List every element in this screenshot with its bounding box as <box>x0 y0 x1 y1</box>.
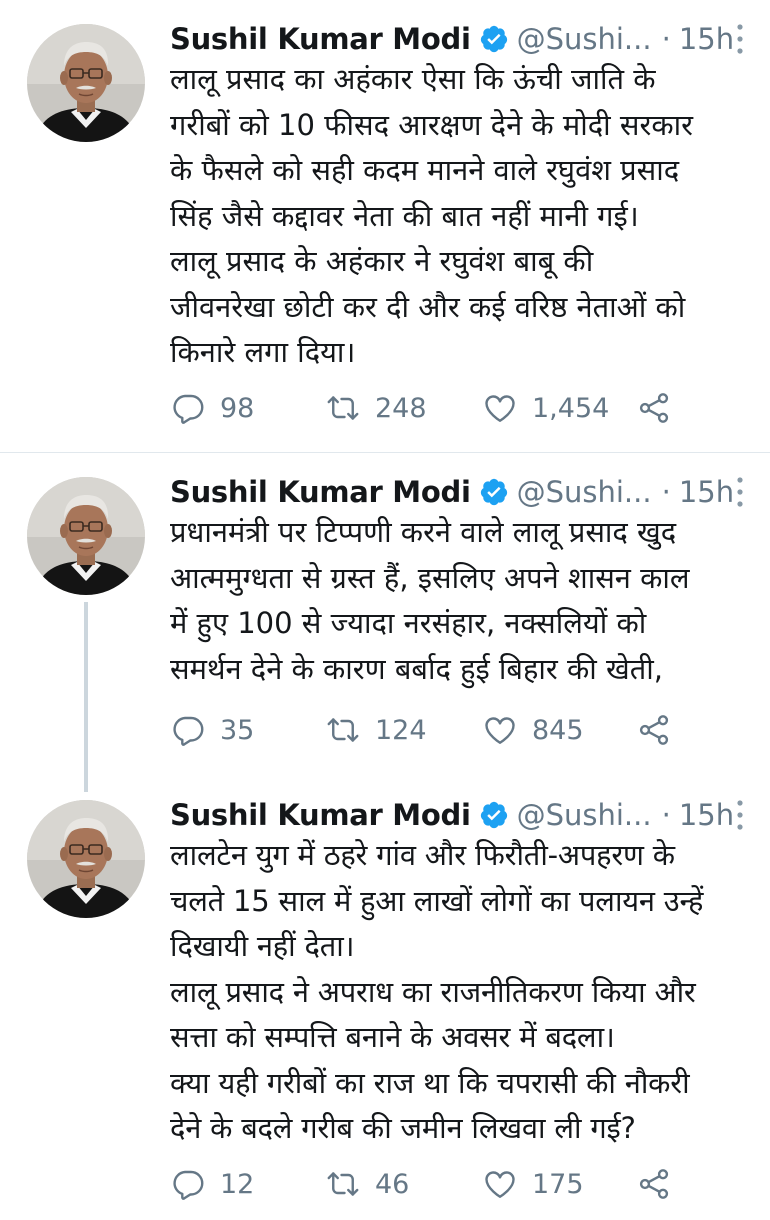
author-name[interactable]: Sushil Kumar Modi <box>170 22 471 56</box>
like-button[interactable]: 1,454 <box>482 388 609 428</box>
avatar[interactable] <box>27 24 145 142</box>
retweet-button[interactable]: 248 <box>325 388 427 428</box>
avatar[interactable] <box>27 800 145 918</box>
author-handle[interactable]: @Sushi... <box>517 475 652 509</box>
reply-count: 35 <box>220 714 255 746</box>
like-button[interactable]: 175 <box>482 1164 584 1204</box>
reply-count: 12 <box>220 1168 255 1200</box>
like-button[interactable]: 845 <box>482 710 584 750</box>
author-name[interactable]: Sushil Kumar Modi <box>170 475 471 509</box>
timestamp[interactable]: 15h <box>679 475 734 509</box>
more-vertical-icon[interactable] <box>730 795 750 835</box>
verified-badge-icon <box>479 477 509 507</box>
share-button[interactable] <box>636 1164 672 1204</box>
reply-button[interactable]: 35 <box>170 710 254 750</box>
tweet-text: प्रधानमंत्री पर टिप्पणी करने वाले लालू प… <box>170 515 690 686</box>
verified-badge-icon <box>479 800 509 830</box>
author-handle[interactable]: @Sushi... <box>517 22 652 56</box>
tweet-actions: 35 124 845 <box>170 710 730 750</box>
separator: · <box>661 475 671 509</box>
tweet[interactable]: Sushil Kumar Modi @Sushi... · 15h प्रधान… <box>0 453 770 783</box>
verified-badge-icon <box>479 24 509 54</box>
reply-icon <box>170 1166 206 1202</box>
avatar-photo <box>27 477 145 595</box>
avatar[interactable] <box>27 477 145 595</box>
reply-icon <box>170 390 206 426</box>
heart-icon <box>482 1166 518 1202</box>
tweet-header: Sushil Kumar Modi @Sushi... · 15h <box>170 795 756 835</box>
tweet-text: लालटेन युग में ठहरे गांव और फिरौती-अपहरण… <box>170 838 704 1145</box>
heart-icon <box>482 712 518 748</box>
separator: · <box>661 22 671 56</box>
retweet-button[interactable]: 46 <box>325 1164 409 1204</box>
like-count: 175 <box>532 1168 584 1200</box>
like-count: 1,454 <box>532 392 610 424</box>
reply-button[interactable]: 98 <box>170 388 254 428</box>
retweet-button[interactable]: 124 <box>325 710 427 750</box>
tweet[interactable]: Sushil Kumar Modi @Sushi... · 15h लालटेन… <box>0 776 770 1220</box>
tweet-actions: 98 248 1,454 <box>170 388 730 428</box>
retweet-icon <box>325 1166 361 1202</box>
tweet-text: लालू प्रसाद का अहंकार ऐसा कि ऊंची जाति क… <box>170 62 693 369</box>
retweet-count: 46 <box>375 1168 410 1200</box>
more-vertical-icon[interactable] <box>730 472 750 512</box>
heart-icon <box>482 390 518 426</box>
retweet-count: 124 <box>375 714 427 746</box>
author-name[interactable]: Sushil Kumar Modi <box>170 798 471 832</box>
tweet-actions: 12 46 175 <box>170 1164 730 1204</box>
share-icon <box>636 1166 672 1202</box>
timestamp[interactable]: 15h <box>679 22 734 56</box>
avatar-photo <box>27 24 145 142</box>
tweet[interactable]: Sushil Kumar Modi @Sushi... · 15h लालू प… <box>0 0 770 452</box>
share-icon <box>636 390 672 426</box>
tweet-header: Sushil Kumar Modi @Sushi... · 15h <box>170 19 756 59</box>
retweet-icon <box>325 712 361 748</box>
retweet-count: 248 <box>375 392 427 424</box>
share-button[interactable] <box>636 388 672 428</box>
like-count: 845 <box>532 714 584 746</box>
avatar-photo <box>27 800 145 918</box>
reply-icon <box>170 712 206 748</box>
author-handle[interactable]: @Sushi... <box>517 798 652 832</box>
share-icon <box>636 712 672 748</box>
timestamp[interactable]: 15h <box>679 798 734 832</box>
tweet-header: Sushil Kumar Modi @Sushi... · 15h <box>170 472 756 512</box>
separator: · <box>661 798 671 832</box>
reply-count: 98 <box>220 392 255 424</box>
more-vertical-icon[interactable] <box>730 19 750 59</box>
share-button[interactable] <box>636 710 672 750</box>
retweet-icon <box>325 390 361 426</box>
reply-button[interactable]: 12 <box>170 1164 254 1204</box>
